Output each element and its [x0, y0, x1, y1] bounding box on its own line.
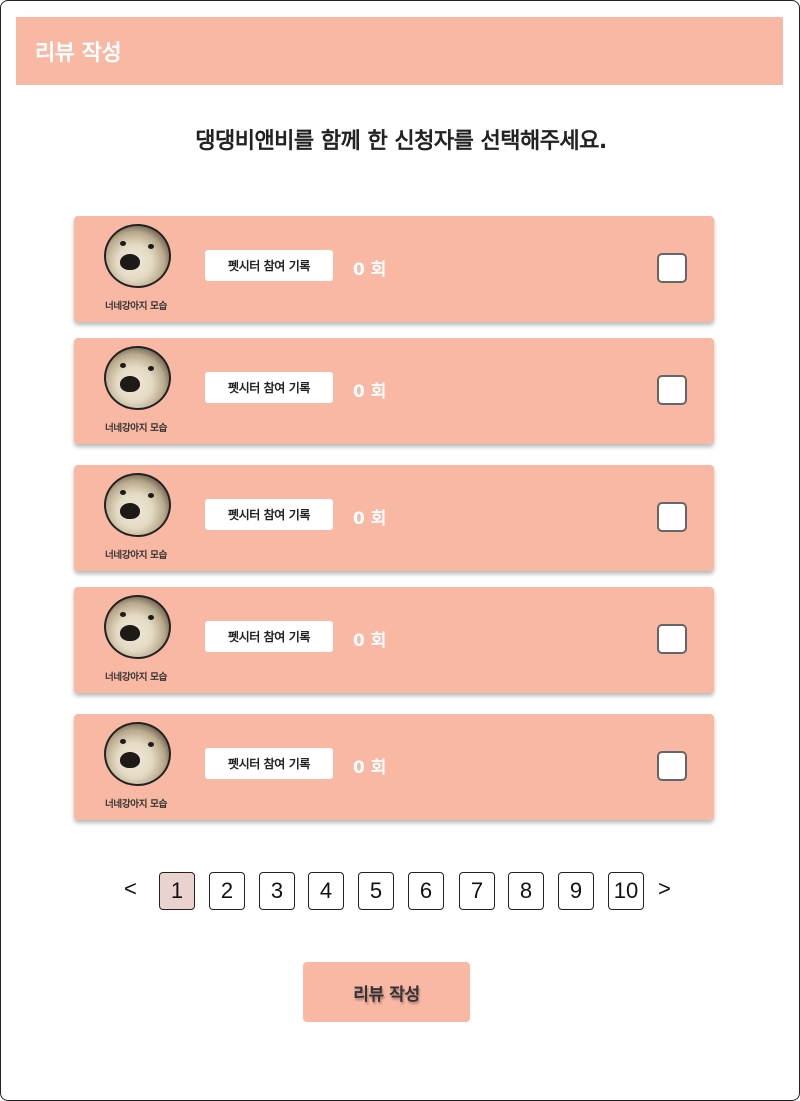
participation-count: 0 회 [353, 260, 387, 280]
participation-count: 0 회 [353, 509, 387, 529]
sitter-record-button[interactable]: 펫시터 참여 기록 [205, 499, 333, 530]
participation-count: 0 회 [353, 758, 387, 778]
prev-page-button[interactable]: < [124, 876, 137, 902]
submit-review-button[interactable]: 리뷰 작성 [303, 962, 470, 1022]
avatar-caption: 너네강아지 모습 [104, 672, 168, 683]
next-page-button[interactable]: > [658, 876, 671, 902]
participation-count: 0 회 [353, 382, 387, 402]
pagination: < 1 2 3 4 5 6 7 8 9 10 > [1, 872, 800, 910]
page-button-8[interactable]: 8 [508, 872, 544, 910]
page-button-1[interactable]: 1 [159, 872, 195, 910]
dog-avatar [104, 346, 171, 410]
page-button-7[interactable]: 7 [459, 872, 495, 910]
select-checkbox[interactable] [657, 624, 687, 654]
dog-avatar [104, 224, 171, 288]
page-button-10[interactable]: 10 [608, 872, 644, 910]
applicant-card: 너네강아지 모습 펫시터 참여 기록 0 회 [74, 587, 714, 693]
page-button-5[interactable]: 5 [358, 872, 394, 910]
participation-count: 0 회 [353, 631, 387, 651]
page-button-9[interactable]: 9 [558, 872, 594, 910]
sitter-record-button[interactable]: 펫시터 참여 기록 [205, 621, 333, 652]
applicant-card: 너네강아지 모습 펫시터 참여 기록 0 회 [74, 465, 714, 571]
instruction-text: 댕댕비앤비를 함께 한 신청자를 선택해주세요. [195, 129, 607, 154]
select-checkbox[interactable] [657, 751, 687, 781]
page-frame: 리뷰 작성 댕댕비앤비를 함께 한 신청자를 선택해주세요. 너네강아지 모습 … [0, 0, 800, 1101]
applicant-card: 너네강아지 모습 펫시터 참여 기록 0 회 [74, 216, 714, 322]
select-checkbox[interactable] [657, 253, 687, 283]
applicant-card: 너네강아지 모습 펫시터 참여 기록 0 회 [74, 338, 714, 444]
select-checkbox[interactable] [657, 502, 687, 532]
page-button-2[interactable]: 2 [209, 872, 245, 910]
dog-avatar [104, 722, 171, 786]
page-button-6[interactable]: 6 [408, 872, 444, 910]
page-title: 리뷰 작성 [35, 41, 122, 66]
avatar-caption: 너네강아지 모습 [104, 550, 168, 561]
sitter-record-button[interactable]: 펫시터 참여 기록 [205, 372, 333, 403]
dog-avatar [104, 473, 171, 537]
sitter-record-button[interactable]: 펫시터 참여 기록 [205, 748, 333, 779]
dog-avatar [104, 595, 171, 659]
page-button-3[interactable]: 3 [259, 872, 295, 910]
applicant-card: 너네강아지 모습 펫시터 참여 기록 0 회 [74, 714, 714, 820]
page-header: 리뷰 작성 [16, 17, 783, 85]
sitter-record-button[interactable]: 펫시터 참여 기록 [205, 250, 333, 281]
page-button-4[interactable]: 4 [308, 872, 344, 910]
avatar-caption: 너네강아지 모습 [104, 301, 168, 312]
avatar-caption: 너네강아지 모습 [104, 423, 168, 434]
select-checkbox[interactable] [657, 375, 687, 405]
avatar-caption: 너네강아지 모습 [104, 799, 168, 810]
